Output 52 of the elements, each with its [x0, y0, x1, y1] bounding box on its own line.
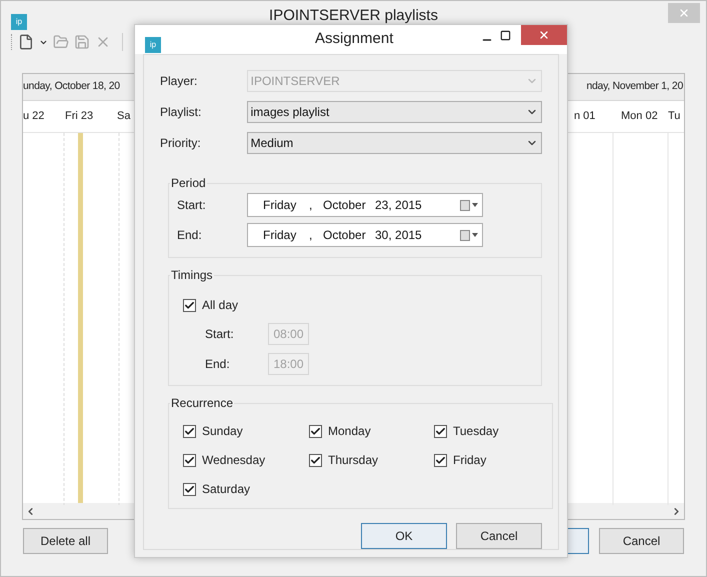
checkbox[interactable] — [183, 424, 196, 438]
checkbox[interactable] — [309, 454, 322, 466]
checkbox-label: Thursday — [328, 452, 378, 469]
dropdown[interactable]: images playlist — [246, 101, 542, 123]
day-header: Sa — [117, 109, 132, 124]
week-header: unday, October 18, 20 — [23, 79, 120, 94]
window-title: IPOINTSERVER playlists — [269, 6, 438, 26]
close-button[interactable] — [521, 25, 567, 45]
field-label: Player: — [160, 73, 198, 90]
calendar-dropdown-icon[interactable] — [460, 200, 478, 210]
calendar-dropdown-icon[interactable] — [460, 230, 478, 240]
checkbox-label: All day — [202, 297, 238, 314]
checkbox-label: Monday — [328, 423, 371, 440]
dialog-button[interactable]: Cancel — [599, 528, 684, 554]
checkbox[interactable] — [183, 482, 196, 496]
day-header: n 01 — [574, 109, 596, 124]
checkbox-label: Wednesday — [202, 452, 266, 469]
day-header: Tu — [668, 109, 682, 124]
dropdown[interactable]: Medium — [246, 132, 542, 154]
field-label: Start: — [205, 326, 235, 343]
dialog-button[interactable]: Cancel — [456, 523, 542, 549]
checkbox[interactable] — [309, 424, 322, 438]
field-label: Priority: — [160, 135, 202, 152]
day-header: u 22 — [23, 109, 46, 124]
dialog-button[interactable]: Delete all — [23, 528, 108, 554]
day-header: Mon 02 — [621, 109, 659, 124]
date-picker[interactable]: Friday , October 30, 2015 — [247, 223, 483, 247]
dialog-button[interactable]: OK — [361, 523, 447, 549]
group-title: Period — [170, 175, 207, 192]
maximize-icon[interactable] — [500, 30, 511, 41]
date-picker[interactable]: Friday , October 23, 2015 — [247, 193, 483, 217]
group-title: Recurrence — [170, 395, 234, 412]
checkbox-label: Tuesday — [453, 423, 499, 440]
close-icon[interactable] — [538, 29, 550, 41]
dialog-title: Assignment — [315, 29, 394, 50]
checkbox[interactable] — [434, 424, 447, 438]
field-label: Playlist: — [160, 104, 202, 121]
new-document-icon[interactable] — [18, 34, 34, 50]
checkbox[interactable] — [183, 454, 196, 466]
checkbox-label: Friday — [453, 452, 486, 469]
checkbox-label: Saturday — [202, 481, 250, 498]
field-label: End: — [205, 356, 231, 373]
day-header: Fri 23 — [65, 109, 94, 124]
app-logo-icon: ip — [11, 14, 27, 30]
checkbox[interactable] — [183, 298, 196, 312]
checkbox-label: Sunday — [202, 423, 243, 440]
field-label: Start: — [177, 197, 207, 214]
week-header: nday, November 1, 20 — [586, 79, 683, 94]
checkbox[interactable] — [434, 454, 447, 466]
group-title: Timings — [170, 267, 214, 284]
field-label: End: — [177, 227, 203, 244]
app-logo-icon: ip — [145, 37, 161, 53]
